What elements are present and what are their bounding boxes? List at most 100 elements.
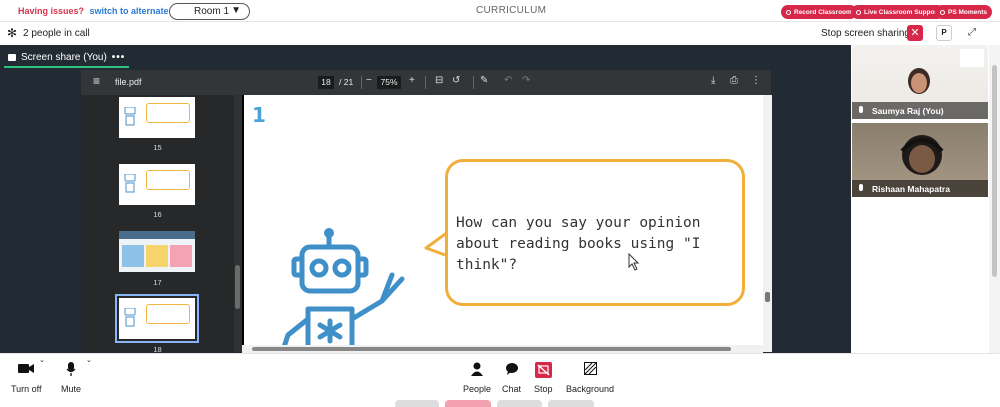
thumbnail-bubble <box>146 304 190 324</box>
page-total: / 21 <box>339 77 354 87</box>
screen-icon <box>8 53 16 61</box>
more-vertical-icon[interactable]: ⋮ <box>751 75 761 86</box>
zoom-in-icon[interactable]: + <box>409 75 415 86</box>
fit-page-icon[interactable]: ⊟ <box>435 75 443 86</box>
ps-moments-button[interactable]: PS Moments <box>935 5 993 19</box>
page-vertical-scrollbar[interactable] <box>763 95 772 352</box>
decorative-strip <box>548 400 594 407</box>
scrollbar-thumb[interactable] <box>765 292 770 302</box>
thumbnail-page[interactable] <box>119 164 195 205</box>
more-icon[interactable]: ••• <box>112 52 126 63</box>
issues-notice: Having issues? switch to alternate room <box>18 6 194 16</box>
support-icon <box>856 9 861 15</box>
zoom-input[interactable]: 75% <box>377 76 401 89</box>
robot-icon <box>124 174 136 193</box>
rotate-icon[interactable]: ↺ <box>452 75 460 86</box>
room-selected-value: Room 1 <box>194 6 230 17</box>
page-horizontal-scrollbar[interactable] <box>242 345 763 353</box>
thumbnail-bubble <box>146 103 190 123</box>
people-button[interactable]: People <box>463 362 491 394</box>
stop-share-button[interactable]: Stop <box>534 362 553 394</box>
scrollbar-thumb[interactable] <box>252 347 731 351</box>
thumbnail-number: 16 <box>153 210 162 219</box>
issues-text: Having issues? <box>18 6 85 16</box>
p-button[interactable]: P <box>936 25 952 41</box>
thumbnail-card <box>146 245 168 267</box>
decorative-strip <box>445 400 491 407</box>
call-bar: ✻ 2 people in call Stop screen sharing ✕… <box>0 22 1000 44</box>
pdf-toolbar: ≡ file.pdf 18 / 21 − 75% + ⊟ ↺ ✎ ↶ ↷ ⤓ ⎙… <box>81 70 771 95</box>
undo-icon[interactable]: ↶ <box>504 75 512 86</box>
stop-share-icon <box>534 362 552 378</box>
top-bar: Having issues? switch to alternate room … <box>0 0 1000 22</box>
thumbnail-number: 18 <box>153 345 162 352</box>
slide-number: 1 <box>252 103 266 127</box>
robot-icon <box>124 308 136 327</box>
decorative-strip <box>497 400 542 407</box>
people-count: 2 people in call <box>23 28 90 39</box>
mouse-cursor-icon <box>628 253 640 271</box>
video-tile-self[interactable]: Saumya Raj (You) <box>852 45 988 119</box>
poster <box>960 49 984 67</box>
stop-sharing-close-button[interactable]: ✕ <box>907 25 923 41</box>
robot-icon <box>124 107 136 126</box>
thumbnail-bubble <box>146 170 190 190</box>
thumbnail-page-selected[interactable] <box>115 294 199 343</box>
thumbnail-header <box>119 231 195 239</box>
participant-scrollbar[interactable] <box>989 45 1000 353</box>
screen-share-tab[interactable]: Screen share (You) ••• <box>4 48 130 68</box>
speech-bubble: How can you say your opinion about readi… <box>445 159 745 306</box>
thumbnail-card <box>170 245 192 267</box>
scrollbar-thumb[interactable] <box>235 265 240 309</box>
video-name-label: Rishaan Mahapatra <box>852 180 988 197</box>
video-name-label: Saumya Raj (You) <box>852 102 988 119</box>
thumbnail-number: 17 <box>153 278 162 287</box>
chat-icon <box>505 362 519 378</box>
thumbnail-page[interactable] <box>119 231 195 272</box>
chevron-down-icon[interactable]: ⌄ <box>86 356 92 364</box>
video-tile-participant[interactable]: Rishaan Mahapatra <box>852 123 988 197</box>
participant-column: Saumya Raj (You) Rishaan Mahapatra <box>851 45 1000 353</box>
bottom-toolbar: ⌄ Turn off ⌄ Mute People Chat Stop Backg… <box>0 353 1000 407</box>
antenna-dot <box>324 228 334 238</box>
record-classroom-button[interactable]: Record Classroom <box>781 5 857 19</box>
toolbar-divider <box>425 76 426 89</box>
robot-illustration <box>281 228 405 353</box>
record-icon <box>786 9 791 15</box>
scrollbar-thumb[interactable] <box>992 65 997 277</box>
thumbnail-page[interactable] <box>119 97 195 138</box>
expand-icon[interactable]: ⤢ <box>963 25 981 41</box>
background-button[interactable]: Background <box>566 362 614 394</box>
live-support-button[interactable]: Live Classroom Support <box>851 5 945 19</box>
camera-icon <box>18 362 35 378</box>
chat-button[interactable]: Chat <box>502 362 521 394</box>
redo-icon[interactable]: ↷ <box>522 75 530 86</box>
thumbnail-card <box>122 245 144 267</box>
menu-icon[interactable]: ≡ <box>93 74 100 88</box>
page-number-input[interactable]: 18 <box>318 76 334 89</box>
thumbnail-scrollbar[interactable] <box>234 95 242 352</box>
toolbar-divider <box>473 76 474 89</box>
caret-down-icon: ▼ <box>231 5 241 16</box>
download-icon[interactable]: ⤓ <box>711 75 715 86</box>
pdf-page: 1 How can you say your opinion about rea… <box>242 95 771 353</box>
stop-sharing-label[interactable]: Stop screen sharing <box>821 28 910 39</box>
mic-icon <box>859 106 863 113</box>
screen-share-label: Screen share (You) <box>21 51 107 63</box>
camera-toggle-button[interactable]: ⌄ Turn off <box>11 357 45 394</box>
moments-icon <box>940 9 945 15</box>
gear-icon[interactable]: ✻ <box>7 26 17 40</box>
decorative-strip <box>395 400 439 407</box>
page-title: CURRICULUM <box>476 5 547 16</box>
pdf-file-name: file.pdf <box>115 77 142 87</box>
thumbnail-panel: 15 16 17 18 <box>81 95 234 352</box>
zoom-out-icon[interactable]: − <box>366 75 372 86</box>
chevron-down-icon[interactable]: ⌄ <box>39 356 45 364</box>
microphone-icon <box>66 362 76 378</box>
toolbar-divider <box>361 76 362 89</box>
annotate-icon[interactable]: ✎ <box>480 75 488 86</box>
print-icon[interactable]: ⎙ <box>730 75 738 86</box>
room-select[interactable]: Room 1 ▼ <box>169 3 250 20</box>
mute-button[interactable]: ⌄ Mute <box>61 357 92 394</box>
mic-icon <box>859 184 863 191</box>
